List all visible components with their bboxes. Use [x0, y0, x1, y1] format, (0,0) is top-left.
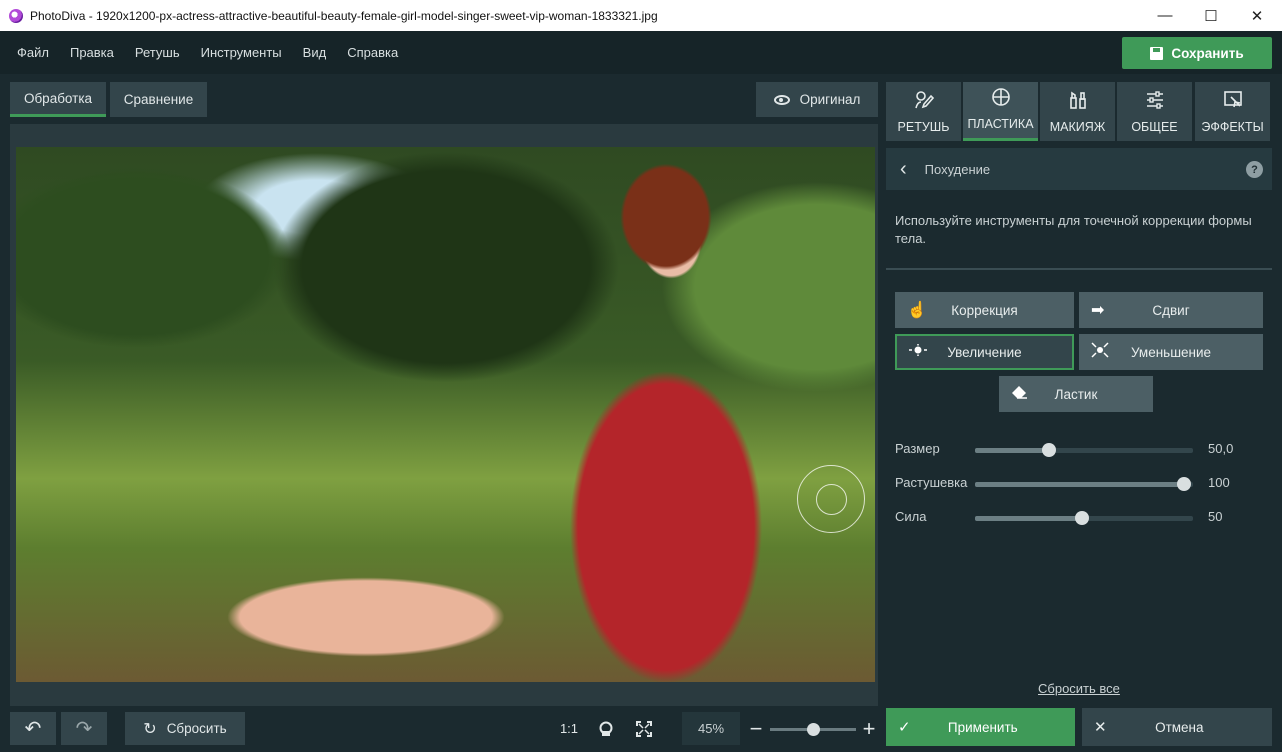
arrow-right-icon: ➡	[1091, 302, 1105, 319]
back-chevron-icon[interactable]: ‹	[900, 158, 907, 181]
tab-liquify-label: ПЛАСТИКА	[967, 117, 1034, 131]
menu-help[interactable]: Справка	[347, 45, 398, 60]
hand-pointer-icon: ☝	[907, 302, 927, 319]
reset-icon: ↻	[143, 720, 157, 738]
zoom-in-button[interactable]: +	[858, 712, 880, 745]
app-logo-icon	[9, 8, 23, 23]
strength-slider[interactable]	[975, 511, 1193, 525]
section-title: Похудение	[924, 161, 991, 177]
apply-button[interactable]: ✓ Применить	[886, 708, 1075, 746]
menu-file[interactable]: Файл	[17, 45, 49, 60]
save-button[interactable]: Сохранить	[1122, 37, 1272, 69]
menu-view[interactable]: Вид	[303, 45, 327, 60]
tab-general-label: ОБЩЕЕ	[1131, 120, 1178, 134]
size-slider-fill	[975, 448, 1049, 453]
strength-slider-value: 50	[1208, 509, 1223, 524]
tab-retouch-label: РЕТУШЬ	[897, 120, 950, 134]
strength-slider-fill	[975, 516, 1082, 521]
menu-retouch[interactable]: Ретушь	[135, 45, 180, 60]
eye-icon	[773, 94, 790, 105]
divider	[886, 268, 1272, 270]
expand-point-icon	[909, 343, 927, 361]
eraser-tool-button[interactable]: Ластик	[999, 376, 1153, 412]
photo-canvas[interactable]	[16, 147, 875, 682]
undo-button[interactable]: ↶	[10, 712, 56, 745]
correction-tool-button[interactable]: ☝ Коррекция	[895, 292, 1074, 328]
tab-effects[interactable]: ЭФФЕКТЫ	[1195, 82, 1270, 141]
tab-makeup[interactable]: МАКИЯЖ	[1040, 82, 1115, 141]
eraser-icon	[1011, 385, 1029, 404]
shrink-point-icon	[1091, 341, 1109, 363]
menu-bar: Файл Правка Ретушь Инструменты Вид Справ…	[0, 31, 1282, 74]
save-disk-icon	[1150, 46, 1164, 60]
zoom-out-button[interactable]: −	[745, 712, 767, 745]
size-slider[interactable]	[975, 443, 1193, 457]
menu-edit[interactable]: Правка	[70, 45, 114, 60]
original-button[interactable]: Оригинал	[756, 82, 878, 117]
size-slider-label: Размер	[895, 441, 940, 456]
enlarge-tool-button[interactable]: Увеличение	[895, 334, 1074, 370]
shift-label: Сдвиг	[1152, 302, 1190, 318]
section-header: ‹ Похудение ?	[886, 148, 1272, 190]
maximize-button[interactable]: ☐	[1188, 0, 1234, 31]
makeup-icon	[1068, 90, 1088, 113]
close-button[interactable]: ✕	[1234, 0, 1280, 31]
tab-general[interactable]: ОБЩЕЕ	[1117, 82, 1192, 141]
redo-button[interactable]: ↷	[61, 712, 107, 745]
window-title: PhotoDiva - 1920x1200-px-actress-attract…	[30, 8, 658, 23]
reset-button[interactable]: ↻ Сбросить	[125, 712, 245, 745]
size-slider-knob[interactable]	[1042, 443, 1056, 457]
shrink-tool-button[interactable]: Уменьшение	[1079, 334, 1263, 370]
tab-retouch[interactable]: РЕТУШЬ	[886, 82, 961, 141]
strength-slider-label: Сила	[895, 509, 927, 524]
menu-tools[interactable]: Инструменты	[201, 45, 282, 60]
feather-slider-value: 100	[1208, 475, 1230, 490]
strength-slider-knob[interactable]	[1075, 511, 1089, 525]
reset-all-link[interactable]: Сбросить все	[1038, 681, 1120, 696]
effects-icon	[1223, 90, 1243, 113]
fit-screen-icon[interactable]	[632, 712, 656, 745]
feather-slider-fill	[975, 482, 1184, 487]
liquify-icon	[991, 87, 1011, 110]
tool-description: Используйте инструменты для точечной кор…	[895, 213, 1252, 246]
apply-label: Применить	[947, 719, 1018, 735]
brush-cursor-icon	[797, 465, 865, 533]
size-slider-value: 50,0	[1208, 441, 1234, 456]
tab-compare[interactable]: Сравнение	[110, 82, 207, 117]
shift-tool-button[interactable]: ➡ Сдвиг	[1079, 292, 1263, 328]
help-icon[interactable]: ?	[1246, 161, 1263, 178]
feather-slider-knob[interactable]	[1177, 477, 1191, 491]
feather-slider[interactable]	[975, 477, 1193, 491]
save-label: Сохранить	[1171, 45, 1244, 61]
zoom-value: 45%	[682, 712, 740, 745]
retouch-icon	[914, 90, 934, 113]
tab-effects-label: ЭФФЕКТЫ	[1201, 120, 1264, 134]
reset-label: Сбросить	[166, 721, 227, 736]
actual-size-button[interactable]: 1:1	[556, 712, 582, 745]
cancel-button[interactable]: ✕ Отмена	[1082, 708, 1272, 746]
zoom-slider-knob[interactable]	[807, 723, 820, 736]
title-bar: PhotoDiva - 1920x1200-px-actress-attract…	[0, 0, 1282, 31]
tab-processing[interactable]: Обработка	[10, 82, 106, 117]
tab-liquify[interactable]: ПЛАСТИКА	[963, 82, 1038, 141]
original-label: Оригинал	[799, 92, 861, 107]
adjust-icon	[1145, 90, 1165, 113]
minimize-button[interactable]: —	[1142, 0, 1188, 31]
portrait-mode-icon[interactable]	[594, 712, 618, 745]
feather-slider-label: Растушевка	[895, 475, 968, 490]
cancel-label: Отмена	[1155, 719, 1204, 735]
tab-makeup-label: МАКИЯЖ	[1049, 120, 1106, 134]
